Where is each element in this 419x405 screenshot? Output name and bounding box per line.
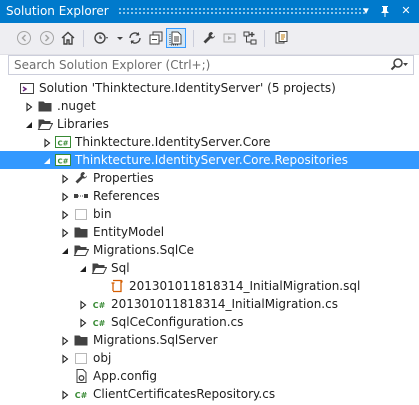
class-view-icon[interactable] <box>240 28 260 48</box>
csharp-file-icon: C# <box>91 296 107 312</box>
csharp-file-icon: C# <box>91 314 107 330</box>
wrench-icon <box>73 170 89 186</box>
tree-item-label: .nuget <box>57 99 96 113</box>
properties-icon[interactable] <box>199 28 219 48</box>
collapsed-arrow-icon[interactable] <box>60 389 70 400</box>
csharp-file-icon: C# <box>73 386 89 402</box>
tree-item-label: App.config <box>93 369 157 383</box>
folder-open-icon <box>73 242 90 258</box>
tree-item[interactable]: C# ClientCertificatesRepository.cs <box>0 385 419 403</box>
tree-item[interactable]: Sql <box>0 259 419 277</box>
search-icon[interactable] <box>389 57 409 76</box>
search-placeholder: Search Solution Explorer (Ctrl+;) <box>14 58 211 72</box>
folder-open-icon <box>91 260 108 276</box>
tree-item-label: Migrations.SqlServer <box>93 333 218 347</box>
folder-open-icon <box>37 116 54 132</box>
svg-text:C#: C# <box>93 301 106 310</box>
tree-item[interactable]: 201301011818314_InitialMigration.sql <box>0 277 419 295</box>
config-file-icon <box>73 368 89 384</box>
svg-text:C#: C# <box>75 391 88 400</box>
toolbar-separator <box>264 30 265 47</box>
tree-item-label: Properties <box>93 171 154 185</box>
tree-item[interactable]: C# SqlCeConfiguration.cs <box>0 313 419 331</box>
tree-item-label: Thinktecture.IdentityServer.Core.Reposit… <box>75 153 349 167</box>
tree-item-label: SqlCeConfiguration.cs <box>111 315 244 329</box>
search-input[interactable]: Search Solution Explorer (Ctrl+;) <box>8 55 414 75</box>
sql-file-icon <box>109 278 125 294</box>
copy-icon[interactable] <box>271 28 291 48</box>
collapsed-arrow-icon[interactable] <box>42 137 52 148</box>
tree-item[interactable]: bin <box>0 205 419 223</box>
window-title: Solution Explorer <box>6 4 109 18</box>
expanded-arrow-icon[interactable] <box>78 263 88 273</box>
tree-item[interactable]: EntityModel <box>0 223 419 241</box>
csharp-project-icon: C# <box>55 134 71 150</box>
tree-item-label: Solution 'Thinktecture.IdentityServer' (… <box>39 81 336 95</box>
collapsed-arrow-icon[interactable] <box>24 101 34 112</box>
tree-item-label: ClientCertificatesRepository.cs <box>93 387 276 401</box>
tree-item-label: Sql <box>111 261 130 275</box>
tree-item-label: Thinktecture.IdentityServer.Core <box>75 135 271 149</box>
collapsed-arrow-icon[interactable] <box>60 227 70 238</box>
title-bar: Solution Explorer ▾ ✕ <box>0 0 419 23</box>
collapsed-arrow-icon[interactable] <box>60 191 70 202</box>
tree-item[interactable]: C# Thinktecture.IdentityServer.Core <box>0 133 419 151</box>
collapsed-arrow-icon[interactable] <box>60 335 70 346</box>
folder-icon <box>73 224 89 240</box>
tree-item[interactable]: Solution 'Thinktecture.IdentityServer' (… <box>0 79 419 97</box>
collapsed-arrow-icon[interactable] <box>60 173 70 184</box>
folder-dashed-icon <box>73 206 89 222</box>
tree-item[interactable]: Properties <box>0 169 419 187</box>
folder-dashed-icon <box>73 350 89 366</box>
home-icon[interactable] <box>58 28 78 48</box>
drag-grip[interactable] <box>118 7 365 16</box>
tree-item[interactable]: References <box>0 187 419 205</box>
solution-icon <box>19 80 35 96</box>
tree-item[interactable]: C# 201301011818314_InitialMigration.cs <box>0 295 419 313</box>
collapsed-arrow-icon[interactable] <box>78 317 88 328</box>
pin-icon[interactable] <box>377 2 393 20</box>
collapsed-arrow-icon[interactable] <box>60 209 70 220</box>
folder-icon <box>73 332 89 348</box>
collapsed-arrow-icon[interactable] <box>78 299 88 310</box>
toolbar-separator <box>83 30 84 47</box>
tree-item-label: Migrations.SqlCe <box>93 243 194 257</box>
sync-icon[interactable] <box>125 28 145 48</box>
tree-item-label: EntityModel <box>93 225 165 239</box>
back-icon[interactable] <box>14 28 34 48</box>
tree-item-label: 201301011818314_InitialMigration.sql <box>129 279 361 293</box>
svg-text:C#: C# <box>57 158 68 166</box>
tree-item[interactable]: Migrations.SqlCe <box>0 241 419 259</box>
tree-item[interactable]: Migrations.SqlServer <box>0 331 419 349</box>
references-icon <box>73 188 89 204</box>
show-all-files-icon[interactable] <box>166 28 186 48</box>
toolbar <box>0 23 419 55</box>
expanded-arrow-icon[interactable] <box>60 245 70 255</box>
tree-item[interactable]: .nuget <box>0 97 419 115</box>
expanded-arrow-icon[interactable] <box>24 119 34 129</box>
svg-text:C#: C# <box>93 319 106 328</box>
tree-item-label: bin <box>93 207 112 221</box>
collapsed-arrow-icon[interactable] <box>60 353 70 364</box>
tree-item-label: obj <box>93 351 112 365</box>
tree-item[interactable]: C# Thinktecture.IdentityServer.Core.Repos… <box>0 151 419 169</box>
tree-item[interactable]: obj <box>0 349 419 367</box>
forward-icon[interactable] <box>37 28 57 48</box>
tree-item[interactable]: Libraries <box>0 115 419 133</box>
close-icon[interactable]: ✕ <box>398 2 414 20</box>
collapse-all-icon[interactable] <box>146 28 166 48</box>
tree-item[interactable]: App.config <box>0 367 419 385</box>
expanded-arrow-icon[interactable] <box>42 155 52 165</box>
toolbar-separator <box>193 30 194 47</box>
tree-item-label: 201301011818314_InitialMigration.cs <box>111 297 338 311</box>
svg-text:C#: C# <box>57 140 68 148</box>
tree-item-label: Libraries <box>57 117 109 131</box>
pending-changes-icon[interactable] <box>91 28 111 48</box>
csharp-project-icon: C# <box>55 152 71 168</box>
dropdown-icon[interactable]: ▾ <box>358 2 374 20</box>
preview-icon[interactable] <box>220 28 240 48</box>
folder-icon <box>37 98 53 114</box>
tree-item-label: References <box>93 189 160 203</box>
